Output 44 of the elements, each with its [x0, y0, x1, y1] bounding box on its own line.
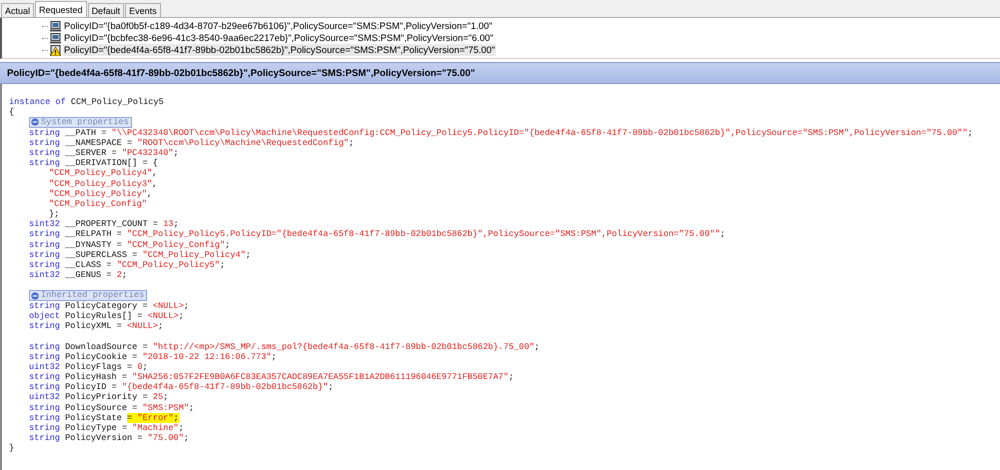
- tab[interactable]: Actual: [1, 3, 34, 17]
- code-line: "CCM_Policy_Config": [49, 198, 147, 210]
- code-line: sint32 __PROPERTY_COUNT = 13;: [29, 219, 179, 230]
- code-line: string PolicyXML = <NULL>;: [29, 321, 164, 332]
- tree-item[interactable]: PolicyID="{bede4f4a-65f8-41f7-89bb-02b01bc5862b}",PolicySource="SMS:PSM",PolicyVersion="75.00": [63, 44, 496, 56]
- code-line: sint32 __GENUS = 2;: [29, 270, 128, 280]
- code-line: {: [9, 107, 14, 118]
- code-line: string PolicySource = "SMS:PSM";: [29, 402, 194, 413]
- code-line: string __PATH = "\\PC432340\ROOT\ccm\Policy\Machine\RequestedConfig:CCM_Policy_Policy5.PolicyID="{bede4f4a-65f8-41f7-89bb-02b01bc5862b}",PolicySource="SMS:PSM",PolicyVersion="75.00"";: [29, 128, 973, 138]
- code-line: string PolicyCategory = <NULL>;: [29, 300, 189, 311]
- collapse-icon: [31, 292, 39, 300]
- code-line: string PolicyType = "Machine";: [29, 423, 184, 434]
- code-line: "CCM_Policy_Policy4",: [49, 168, 158, 179]
- code-line: string __SERVER = "PC432340";: [29, 148, 179, 158]
- code-line: string __DYNASTY = "CCM_Policy_Config";: [29, 240, 230, 250]
- tree-item[interactable]: PolicyID="{ba0f0b5f-c189-4d34-8707-b29ee67b6106}",PolicySource="SMS:PSM",PolicyVersion="1.00": [63, 20, 494, 32]
- code-line: string PolicyVersion = "75.00";: [29, 433, 189, 444]
- warning-computer-icon: [50, 44, 61, 56]
- code-line: string DownloadSource = "http://<mp>/SMS_MP/.sms_pol?{bede4f4a-65f8-41f7-89bb-02b01bc5862b}.75_00";: [29, 342, 540, 352]
- collapse-icon: [31, 118, 39, 126]
- code-line: string __SUPERCLASS = "CCM_Policy_Policy4";: [29, 250, 251, 260]
- code-line: string PolicyCookie = "2018-10-22 12:16:06.773";: [29, 352, 277, 362]
- code-line: };: [49, 209, 60, 220]
- code-line: string __RELPATH = "CCM_Policy_Policy5.PolicyID="{bede4f4a-65f8-41f7-89bb-02b01bc5862b}",PolicySource="SMS:PSM",PolicyVersion="75.00"";: [29, 229, 726, 240]
- tree-item[interactable]: PolicyID="{bcbfec38-6e96-41c3-8540-9aa6ec2217eb}",PolicySource="SMS:PSM",PolicyVersion="6.00": [63, 32, 494, 44]
- code-line: uint32 PolicyFlags = 0;: [29, 362, 148, 372]
- code-line: uint32 PolicyPriority = 25;: [29, 392, 168, 403]
- tab[interactable]: Default: [88, 3, 124, 17]
- code-line: string __DERIVATION[] = {: [29, 158, 158, 168]
- code-line: object PolicyRules[] = <NULL>;: [29, 310, 184, 322]
- code-line: string PolicyState = "Error";: [29, 412, 179, 424]
- code-line: "CCM_Policy_Policy",: [49, 188, 152, 199]
- tab[interactable]: Requested: [35, 1, 87, 17]
- object-path-title: PolicyID="{bede4f4a-65f8-41f7-89bb-02b01bc5862b}",PolicySource="SMS:PSM",PolicyVersion="75.00": [7, 68, 476, 78]
- code-line: string __NAMESPACE = "ROOT\ccm\Policy\Machine\RequestedConfig";: [29, 138, 354, 148]
- code-line: "CCM_Policy_Policy3",: [49, 178, 158, 189]
- computer-icon: [50, 32, 61, 44]
- code-line: instance of CCM_Policy_Policy5: [9, 97, 164, 108]
- computer-icon: [50, 20, 61, 32]
- code-line: string PolicyHash = "SHA256:057F2FE9B0A6FC83EA357CADC89EA7EA55F1B1A2DB611196046E9771FB50E7A7";: [29, 372, 514, 382]
- tab[interactable]: Events: [125, 3, 161, 17]
- code-line: }: [9, 443, 14, 454]
- code-line: string PolicyID = "{bede4f4a-65f8-41f7-89bb-02b01bc5862b}";: [29, 382, 334, 392]
- code-line: string __CLASS = "CCM_Policy_Policy5";: [29, 260, 226, 270]
